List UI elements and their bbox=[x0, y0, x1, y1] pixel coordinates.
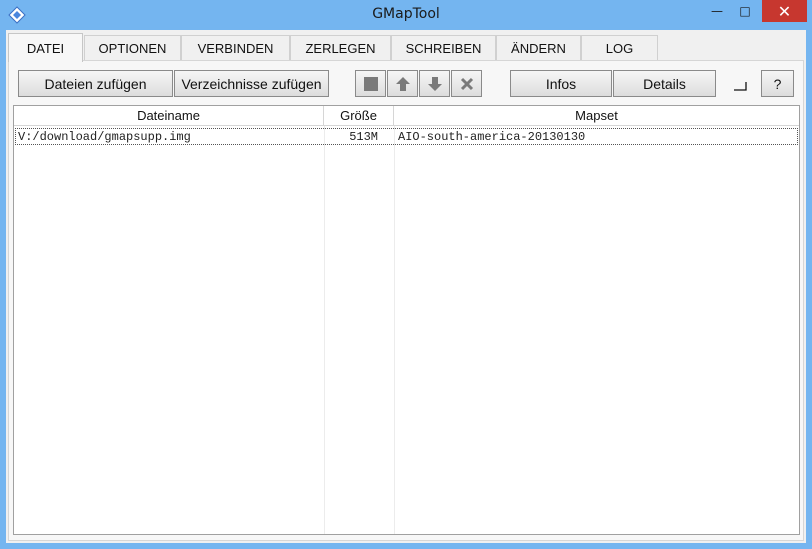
infos-button[interactable]: Infos bbox=[510, 70, 612, 97]
file-table[interactable]: Dateiname Größe Mapset V:/download/gmaps… bbox=[13, 105, 800, 535]
cell-mapset: AIO-south-america-20130130 bbox=[398, 130, 586, 144]
window-title: GMapTool bbox=[372, 6, 440, 22]
close-button[interactable]: ✕ bbox=[762, 0, 807, 22]
column-divider bbox=[324, 126, 325, 534]
column-header-filename[interactable]: Dateiname bbox=[14, 106, 324, 126]
help-button[interactable]: ? bbox=[761, 70, 794, 97]
remove-button[interactable] bbox=[451, 70, 482, 97]
add-directories-button[interactable]: Verzeichnisse zufügen bbox=[174, 70, 329, 97]
tab-datei[interactable]: DATEI bbox=[8, 33, 83, 62]
arrow-down-icon bbox=[427, 76, 442, 91]
small-checkbox[interactable] bbox=[733, 76, 747, 91]
minimize-button[interactable]: — bbox=[703, 0, 731, 22]
add-files-button[interactable]: Dateien zufügen bbox=[18, 70, 173, 97]
move-down-button[interactable] bbox=[419, 70, 450, 97]
arrow-up-icon bbox=[395, 76, 410, 91]
move-up-button[interactable] bbox=[387, 70, 418, 97]
tab-zerlegen[interactable]: ZERLEGEN bbox=[290, 35, 391, 61]
tab-optionen[interactable]: OPTIONEN bbox=[84, 35, 181, 61]
cell-size: 513M bbox=[349, 130, 378, 144]
details-button[interactable]: Details bbox=[613, 70, 716, 97]
checkbox-icon bbox=[734, 82, 747, 91]
table-row[interactable]: V:/download/gmapsupp.img 513M AIO-south-… bbox=[15, 128, 798, 145]
column-header-mapset[interactable]: Mapset bbox=[394, 106, 799, 126]
stop-button[interactable] bbox=[355, 70, 386, 97]
tab-log[interactable]: LOG bbox=[581, 35, 658, 61]
column-divider bbox=[394, 126, 395, 534]
tab-schreiben[interactable]: SCHREIBEN bbox=[391, 35, 496, 61]
title-bar[interactable]: GMapTool — □ ✕ bbox=[0, 0, 812, 30]
app-window: GMapTool — □ ✕ DATEI OPTIONEN VERBINDEN … bbox=[0, 0, 812, 549]
column-header-size[interactable]: Größe bbox=[324, 106, 394, 126]
tab-verbinden[interactable]: VERBINDEN bbox=[181, 35, 290, 61]
delete-x-icon bbox=[460, 77, 473, 90]
stop-square-icon bbox=[363, 76, 378, 91]
maximize-button[interactable]: □ bbox=[731, 0, 759, 22]
tab-strip: DATEI OPTIONEN VERBINDEN ZERLEGEN SCHREI… bbox=[6, 33, 806, 62]
cell-filename: V:/download/gmapsupp.img bbox=[18, 130, 191, 144]
tab-aendern[interactable]: ÄNDERN bbox=[496, 35, 581, 61]
